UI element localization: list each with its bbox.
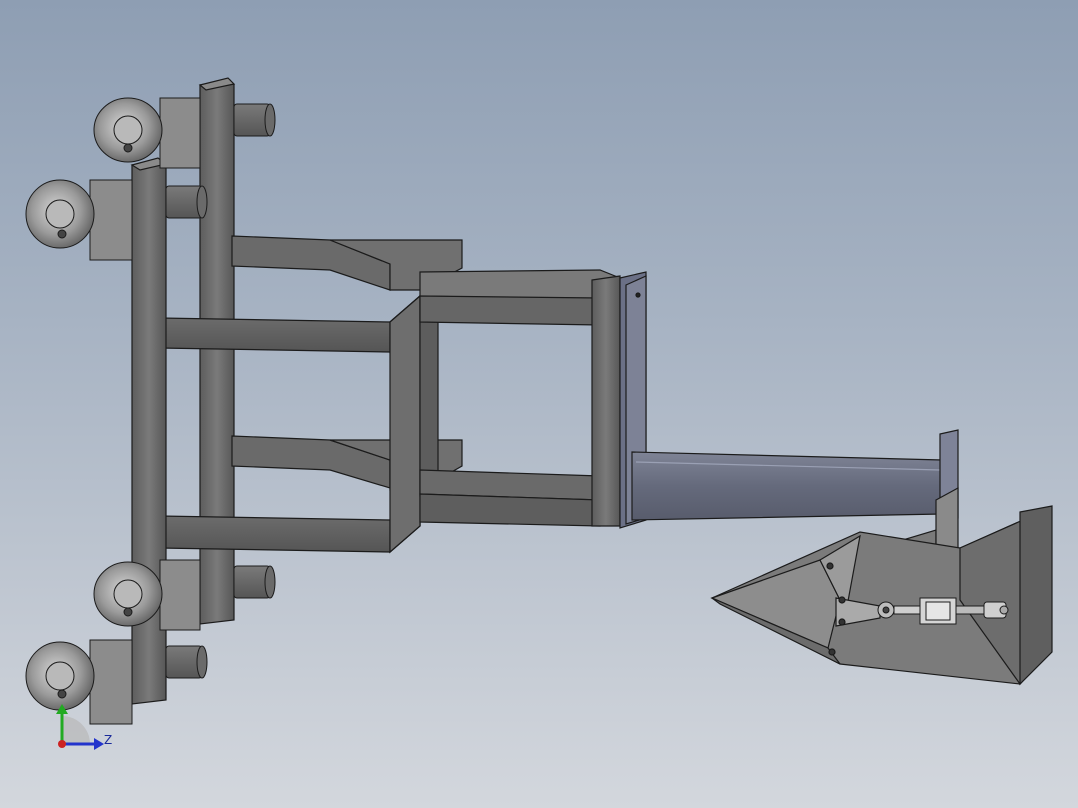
front-bumper-top: [165, 185, 208, 219]
caster-wheel-front-top: [25, 179, 133, 261]
cad-viewport[interactable]: Z: [0, 0, 1078, 808]
caster-wheel-rear-top: [93, 97, 201, 169]
front-bumper-bottom: [165, 645, 208, 679]
z-axis-label: Z: [104, 733, 112, 747]
rear-bumper-bottom: [233, 565, 276, 599]
mount-box-frame[interactable]: [419, 269, 621, 527]
boom-beam[interactable]: [631, 429, 959, 523]
model-canvas[interactable]: Z: [0, 0, 1078, 808]
caster-wheel-front-bottom: [25, 639, 133, 725]
x-axis-dot: [58, 740, 66, 748]
caster-wheel-rear-bottom: [93, 559, 201, 631]
rear-bumper-top: [233, 103, 276, 137]
